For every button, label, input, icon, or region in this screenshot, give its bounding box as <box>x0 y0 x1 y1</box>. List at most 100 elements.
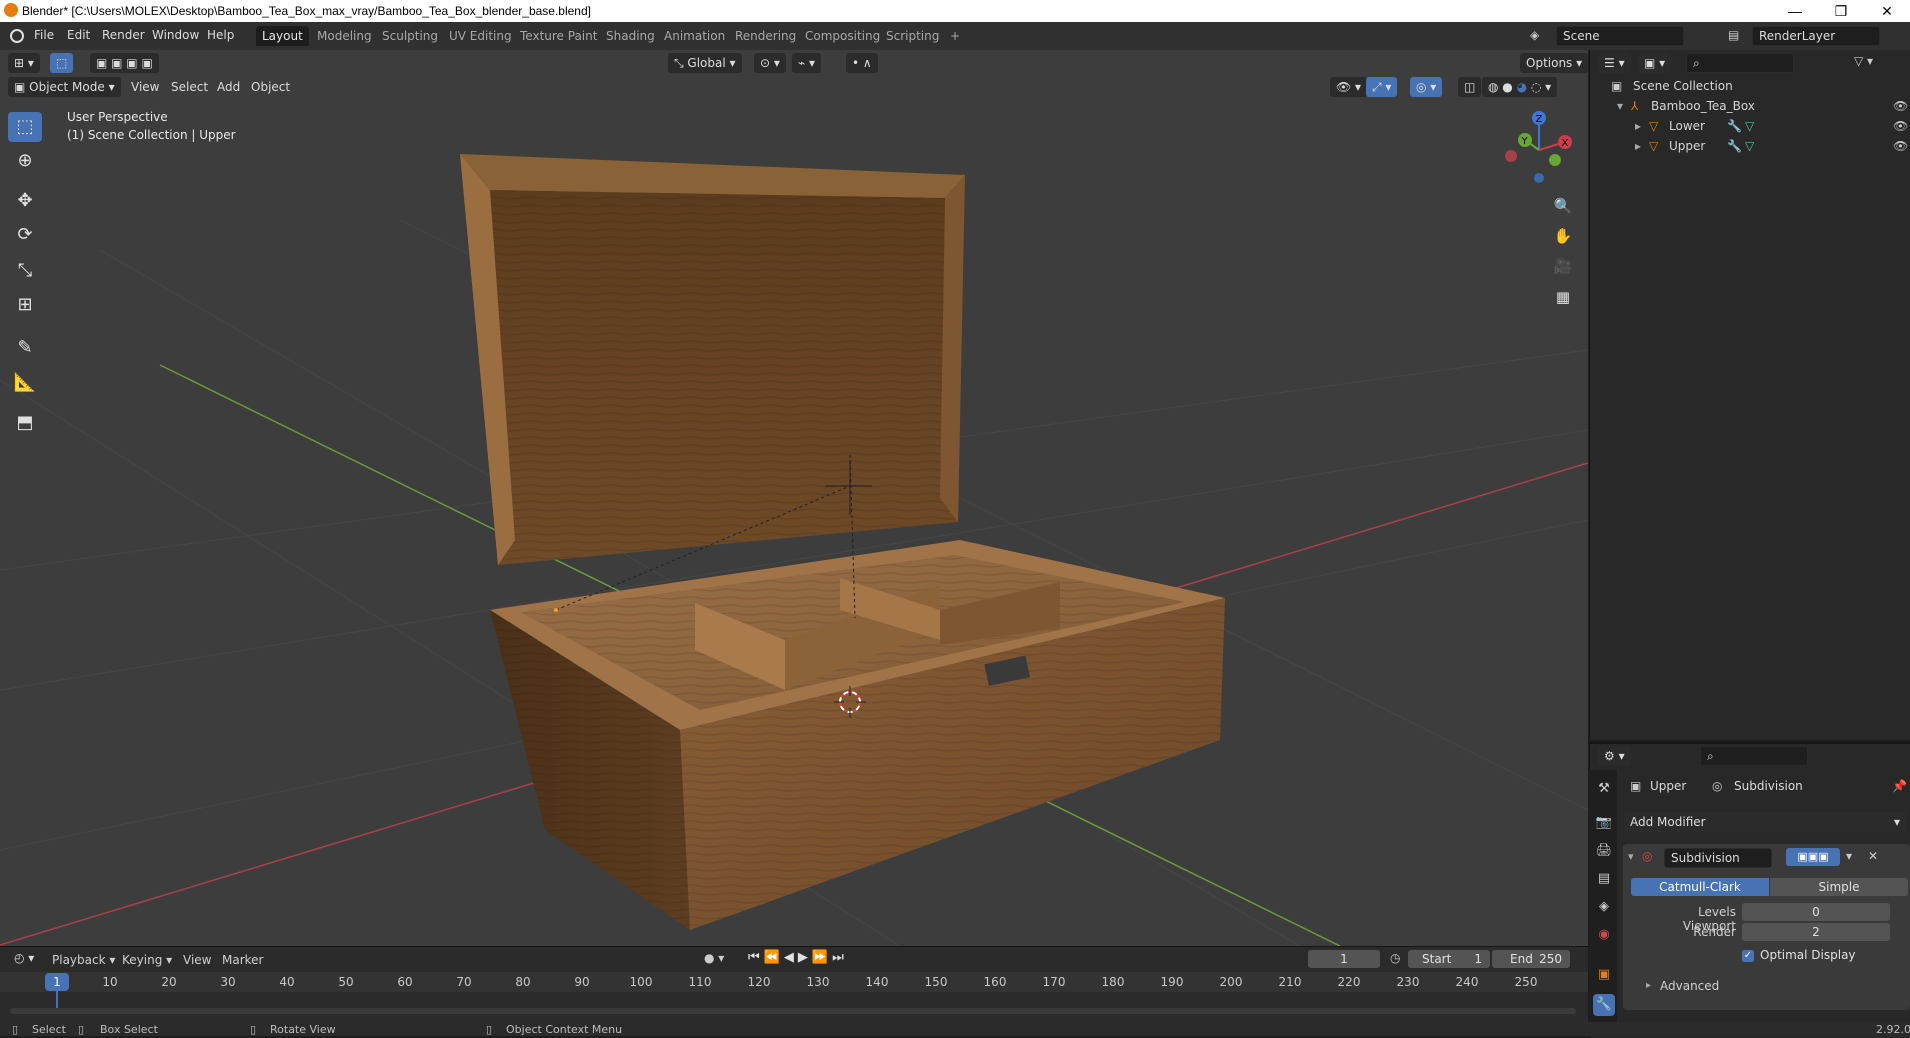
outliner-row-scene-collection[interactable]: ▣ Scene Collection <box>1589 76 1910 96</box>
render-layer-icon[interactable]: ▤ <box>1728 28 1739 42</box>
shading-modes[interactable]: ◍ ● ◕ ◌ ▾ <box>1482 77 1558 97</box>
restore-button[interactable]: ❐ <box>1818 0 1864 22</box>
modifier-menu-chevron-icon[interactable]: ▾ <box>1846 849 1852 863</box>
camera-icon[interactable]: 🎥 <box>1549 252 1577 280</box>
select-mode-button[interactable]: ⬚ <box>50 53 74 73</box>
timeline-scrollbar[interactable] <box>10 1008 1576 1014</box>
outliner-row-upper[interactable]: ▸ ▽ Upper 🔧 ▽ 👁 <box>1589 136 1910 156</box>
annotate-tool-icon[interactable]: ✎ <box>8 333 42 363</box>
select-box-tool-icon[interactable]: ⬚ <box>8 112 42 142</box>
modifier-display-toggles[interactable]: ▣▣▣ <box>1786 848 1840 866</box>
advanced-expand-arrow-icon[interactable]: ▸ <box>1646 980 1651 991</box>
advanced-section-label[interactable]: Advanced <box>1660 979 1719 993</box>
world-tab-icon[interactable]: ◉ <box>1593 924 1615 946</box>
view-layer-tab-icon[interactable]: ▤ <box>1593 868 1615 890</box>
minimize-button[interactable]: — <box>1772 0 1818 22</box>
visibility-eye-icon[interactable]: 👁 <box>1893 96 1908 116</box>
menu-file[interactable]: File <box>34 28 54 42</box>
tab-compositing[interactable]: Compositing <box>799 26 886 46</box>
render-tab-icon[interactable]: 📷 <box>1593 812 1615 834</box>
mesh-data-icon[interactable]: ▽ <box>1745 116 1754 136</box>
expand-arrow-icon[interactable]: ▸ <box>1635 136 1641 156</box>
end-frame-field[interactable]: End 250 <box>1492 950 1570 968</box>
tab-shading[interactable]: Shading <box>600 26 661 46</box>
render-levels-field[interactable]: 2 <box>1742 923 1890 941</box>
clock-icon[interactable]: ◷ <box>1390 951 1400 965</box>
transform-tool-icon[interactable]: ⊞ <box>8 290 42 320</box>
menu-edit[interactable]: Edit <box>67 28 90 42</box>
add-workspace-button[interactable]: + <box>944 26 966 46</box>
menu-window[interactable]: Window <box>152 28 199 42</box>
pin-icon[interactable]: 📌 <box>1892 779 1907 793</box>
outliner-row-bamboo-tea-box[interactable]: ▾ ⅄ Bamboo_Tea_Box 👁 <box>1589 96 1910 116</box>
rotate-tool-icon[interactable]: ⟳ <box>8 220 42 250</box>
grid-view-icon[interactable]: ▦ <box>1549 283 1577 311</box>
mesh-data-icon[interactable]: ▽ <box>1745 136 1754 156</box>
pan-hand-icon[interactable]: ✋ <box>1549 222 1577 250</box>
viewport-3d[interactable]: Z X Y <box>0 50 1588 946</box>
tab-texture-paint[interactable]: Texture Paint <box>514 26 603 46</box>
options-dropdown[interactable]: Options ▾ <box>1520 53 1589 73</box>
properties-search-input[interactable]: ⌕ <box>1700 746 1808 766</box>
snap-toggle[interactable]: ⌁ ▾ <box>792 53 822 73</box>
menu-render[interactable]: Render <box>102 28 145 42</box>
visibility-eye-icon[interactable]: 👁 <box>1893 136 1908 156</box>
tab-animation[interactable]: Animation <box>658 26 731 46</box>
expand-arrow-icon[interactable]: ▾ <box>1617 96 1623 116</box>
modifier-wrench-icon[interactable]: 🔧 <box>1727 136 1742 156</box>
scene-tab-icon[interactable]: ◈ <box>1593 896 1615 918</box>
start-frame-field[interactable]: Start 1 <box>1408 950 1490 968</box>
viewport-menu-object[interactable]: Object <box>251 80 290 94</box>
render-layer-field[interactable]: RenderLayer <box>1752 26 1880 46</box>
close-window-button[interactable]: ✕ <box>1864 0 1910 22</box>
record-icon[interactable]: ● ▾ <box>704 951 724 965</box>
modifier-wrench-icon[interactable]: 🔧 <box>1727 116 1742 136</box>
tab-uv-editing[interactable]: UV Editing <box>443 26 518 46</box>
optimal-display-checkbox[interactable]: ✓ <box>1742 950 1754 962</box>
add-modifier-dropdown[interactable]: Add Modifier ▾ <box>1624 812 1906 832</box>
simple-button[interactable]: Simple <box>1770 878 1908 896</box>
object-mode-dropdown[interactable]: ▣ Object Mode ▾ <box>8 77 121 97</box>
timeline-menu-marker[interactable]: Marker <box>222 953 263 967</box>
catmull-clark-button[interactable]: Catmull-Clark <box>1631 878 1769 896</box>
outliner-search-input[interactable]: ⌕ <box>1686 53 1794 73</box>
xray-toggle[interactable]: ◫ <box>1458 77 1482 97</box>
selection-mode-group[interactable]: ▣ ▣ ▣ ▣ <box>90 53 159 73</box>
navigation-gizmo[interactable]: Z X Y <box>1495 106 1575 186</box>
viewport-menu-add[interactable]: Add <box>217 80 240 94</box>
gizmo-toggle[interactable]: ⤢ ▾ <box>1366 77 1398 97</box>
editor-type-button[interactable]: ⊞ ▾ <box>8 53 40 73</box>
outliner-editor-type[interactable]: ☰ ▾ <box>1598 53 1631 73</box>
outliner-display-mode[interactable]: ▣ ▾ <box>1638 53 1672 73</box>
object-tab-icon[interactable]: ▣ <box>1593 964 1615 986</box>
tab-sculpting[interactable]: Sculpting <box>376 26 444 46</box>
expand-arrow-icon[interactable]: ▸ <box>1635 116 1641 136</box>
tab-scripting[interactable]: Scripting <box>880 26 945 46</box>
timeline-menu-keying[interactable]: Keying ▾ <box>122 953 172 967</box>
timeline-menu-playback[interactable]: Playback ▾ <box>52 953 115 967</box>
outliner-row-lower[interactable]: ▸ ▽ Lower 🔧 ▽ 👁 <box>1589 116 1910 136</box>
tab-rendering[interactable]: Rendering <box>729 26 802 46</box>
proportional-edit-toggle[interactable]: • ∧ <box>846 53 878 73</box>
collapse-arrow-icon[interactable]: ▾ <box>1628 850 1634 863</box>
orientation-dropdown[interactable]: ⤡ Global ▾ <box>668 53 742 73</box>
blender-menu-icon[interactable] <box>10 29 24 43</box>
levels-viewport-field[interactable]: 0 <box>1742 903 1890 921</box>
cursor-tool-icon[interactable]: ⊕ <box>8 146 42 176</box>
tab-layout[interactable]: Layout <box>256 26 309 46</box>
measure-tool-icon[interactable]: 📐 <box>8 368 42 398</box>
modifier-delete-icon[interactable]: ✕ <box>1868 849 1878 863</box>
tab-modeling[interactable]: Modeling <box>311 26 378 46</box>
visibility-eye-icon[interactable]: 👁 <box>1893 116 1908 136</box>
add-cube-tool-icon[interactable]: ⬒ <box>8 408 42 438</box>
viewport-menu-view[interactable]: View <box>131 80 159 94</box>
timeline-menu-view[interactable]: View <box>183 953 211 967</box>
playback-controls[interactable]: ⏮⏪◀▶⏩⏭ <box>748 950 848 965</box>
move-tool-icon[interactable]: ✥ <box>8 186 42 216</box>
visibility-dropdown[interactable]: 👁 ▾ <box>1330 77 1368 97</box>
pivot-dropdown[interactable]: ⊙ ▾ <box>754 53 786 73</box>
modifier-tab-icon[interactable]: 🔧 <box>1593 994 1615 1016</box>
timeline-editor-type[interactable]: ◴ ▾ <box>8 948 41 968</box>
tool-tab-icon[interactable]: ⚒ <box>1593 778 1615 800</box>
scene-icon[interactable]: ◈ <box>1530 28 1539 42</box>
